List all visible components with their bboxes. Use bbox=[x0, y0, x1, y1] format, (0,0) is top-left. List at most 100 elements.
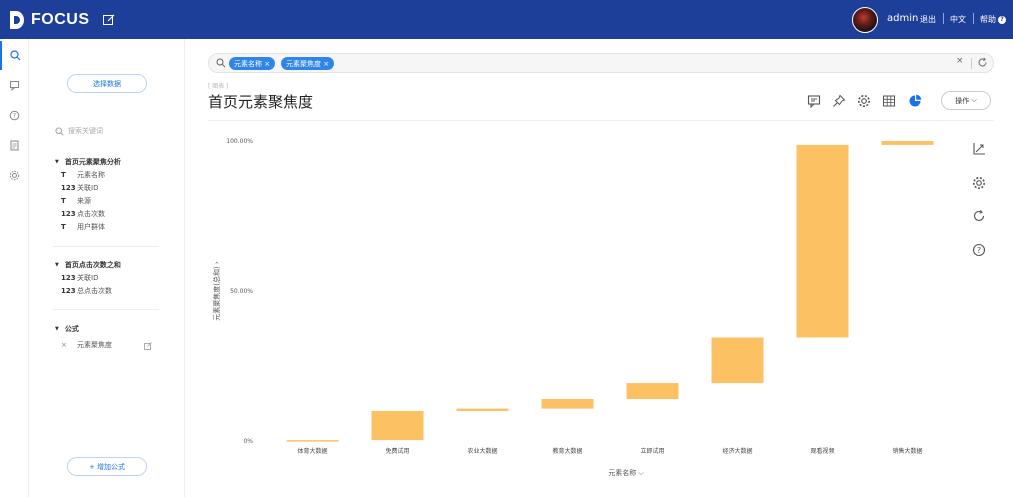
keyword-search[interactable]: 搜索关键词 bbox=[55, 124, 165, 138]
rail-help[interactable]: ? bbox=[0, 101, 29, 130]
x-tick-label: 农业大数据 bbox=[467, 447, 497, 455]
brand-name: FOCUS bbox=[31, 11, 90, 28]
x-tick-label: 立即试用 bbox=[640, 447, 664, 455]
gear-icon bbox=[858, 95, 870, 107]
refresh-button[interactable] bbox=[969, 206, 989, 226]
main-area: 元素名称 × 元素聚焦度 × × [ 图表 ] 首页元素聚焦度 操作 ⌵ 0% 5… bbox=[186, 39, 1013, 497]
y-axis-label: 元素聚焦度(总和) › bbox=[212, 261, 221, 321]
number-type-icon: 123 bbox=[61, 286, 76, 295]
caret-down-icon: ▼ bbox=[55, 159, 59, 165]
waterfall-chart: 0% 50.00% 100.00% 元素聚焦度(总和) › 体育大数据 免费试用 农业大数据… bbox=[212, 138, 934, 477]
chart-type-button[interactable] bbox=[907, 93, 923, 109]
rail-board[interactable] bbox=[0, 71, 29, 100]
field-name: 关联ID bbox=[77, 183, 99, 192]
logout-link[interactable]: 退出 bbox=[920, 14, 936, 25]
group-header[interactable]: ▼ 公式 bbox=[55, 323, 112, 335]
waterfall-bar bbox=[626, 383, 679, 399]
brand-logo[interactable]: FOCUS bbox=[9, 9, 90, 31]
rail-settings[interactable] bbox=[0, 161, 29, 190]
chart-help-button[interactable]: ? bbox=[969, 240, 989, 260]
field-item[interactable]: 123 总点击次数 bbox=[55, 284, 121, 297]
field-group: ▼ 首页点击次数之和 123 关联ID 123 总点击次数 bbox=[55, 259, 121, 297]
clear-icon[interactable]: × bbox=[956, 56, 964, 66]
breadcrumb[interactable]: [ 图表 ] bbox=[208, 81, 229, 90]
tag-label: 元素名称 bbox=[234, 59, 262, 68]
gear-icon bbox=[973, 177, 985, 189]
comment-icon bbox=[807, 95, 821, 108]
add-formula-label: + 增加公式 bbox=[88, 462, 126, 471]
field-name: 元素聚焦度 bbox=[77, 340, 112, 349]
x-tick-label: 销售大数据 bbox=[892, 447, 922, 455]
svg-text:?: ? bbox=[977, 246, 981, 255]
language-switch[interactable]: 中文 bbox=[950, 14, 966, 25]
refresh-icon[interactable] bbox=[977, 57, 988, 68]
rail-search[interactable] bbox=[0, 41, 29, 70]
field-item[interactable]: T 用户群体 bbox=[55, 220, 121, 233]
field-item[interactable]: 123 关联ID bbox=[55, 271, 121, 284]
add-formula-button[interactable]: + 增加公式 bbox=[67, 457, 147, 476]
waterfall-bar bbox=[541, 399, 594, 409]
formula-type-icon: × bbox=[61, 340, 67, 349]
rail-document[interactable] bbox=[0, 131, 29, 160]
select-data-button[interactable]: 选择数据 bbox=[67, 74, 147, 93]
help-circle-icon: ? bbox=[9, 110, 20, 121]
y-tick-label: 50.00% bbox=[230, 288, 253, 295]
waterfall-bar bbox=[881, 141, 934, 145]
pin-button[interactable] bbox=[831, 93, 847, 109]
divider bbox=[971, 58, 972, 69]
data-panel: 选择数据 搜索关键词 ▼ 首页元素聚焦分析 T 元素名称 123 关联ID T 来源 1… bbox=[29, 39, 185, 497]
page-title: 首页元素聚焦度 bbox=[208, 93, 314, 111]
edit-icon[interactable] bbox=[102, 13, 116, 27]
axis-settings-button[interactable] bbox=[969, 139, 989, 159]
group-title: 首页点击次数之和 bbox=[64, 261, 121, 269]
icon-rail: ? bbox=[0, 39, 29, 497]
settings-button[interactable] bbox=[856, 93, 872, 109]
waterfall-bar bbox=[371, 411, 424, 441]
x-tick-label: 体育大数据 bbox=[297, 447, 327, 455]
query-tag[interactable]: 元素聚焦度 × bbox=[281, 57, 335, 70]
group-header[interactable]: ▼ 首页元素聚焦分析 bbox=[55, 156, 121, 168]
comment-button[interactable] bbox=[806, 93, 822, 109]
search-bar[interactable]: 元素名称 × 元素聚焦度 × × bbox=[208, 53, 994, 73]
query-tag[interactable]: 元素名称 × bbox=[229, 57, 276, 70]
field-name: 用户群体 bbox=[77, 222, 105, 231]
field-item[interactable]: T 元素名称 bbox=[55, 168, 121, 181]
text-type-icon: T bbox=[61, 196, 66, 205]
field-group: ▼ 首页元素聚焦分析 T 元素名称 123 关联ID T 来源 123 点击次数 T 用户群… bbox=[55, 156, 121, 233]
group-header[interactable]: ▼ 首页点击次数之和 bbox=[55, 259, 121, 271]
field-item[interactable]: 123 点击次数 bbox=[55, 207, 121, 220]
table-view-button[interactable] bbox=[881, 93, 897, 109]
edit-icon[interactable] bbox=[144, 342, 152, 350]
divider bbox=[53, 309, 159, 310]
x-tick-label: 观看视频 bbox=[810, 447, 834, 455]
number-type-icon: 123 bbox=[61, 273, 76, 282]
number-type-icon: 123 bbox=[61, 209, 76, 218]
gear-icon bbox=[9, 170, 20, 181]
field-item[interactable]: T 来源 bbox=[55, 194, 121, 207]
field-item[interactable]: 123 关联ID bbox=[55, 181, 121, 194]
document-icon bbox=[10, 140, 19, 151]
help-dot-icon: ? bbox=[998, 15, 1006, 24]
pin-icon bbox=[833, 94, 846, 107]
waterfall-bar bbox=[796, 144, 849, 338]
text-type-icon: T bbox=[61, 170, 66, 179]
close-icon[interactable]: × bbox=[323, 60, 329, 68]
avatar[interactable] bbox=[852, 7, 878, 33]
search-icon bbox=[10, 50, 21, 61]
username[interactable]: admin bbox=[887, 13, 918, 24]
field-name: 来源 bbox=[77, 196, 91, 205]
chart-settings-button[interactable] bbox=[969, 173, 989, 193]
close-icon[interactable]: × bbox=[264, 60, 270, 68]
waterfall-bar bbox=[456, 408, 509, 411]
waterfall-bar bbox=[711, 337, 764, 384]
operate-button[interactable]: 操作 ⌵ bbox=[941, 91, 991, 110]
help-link[interactable]: 帮助? bbox=[980, 14, 1006, 25]
bookmark-icon bbox=[10, 81, 19, 91]
pie-chart-icon bbox=[909, 94, 922, 107]
x-tick-label: 教育大数据 bbox=[552, 447, 582, 455]
y-tick-label: 0% bbox=[243, 438, 253, 445]
x-tick-label: 经济大数据 bbox=[722, 447, 752, 455]
table-icon bbox=[883, 95, 895, 107]
field-name: 总点击次数 bbox=[77, 286, 112, 295]
formula-item[interactable]: × 元素聚焦度 bbox=[55, 338, 112, 351]
